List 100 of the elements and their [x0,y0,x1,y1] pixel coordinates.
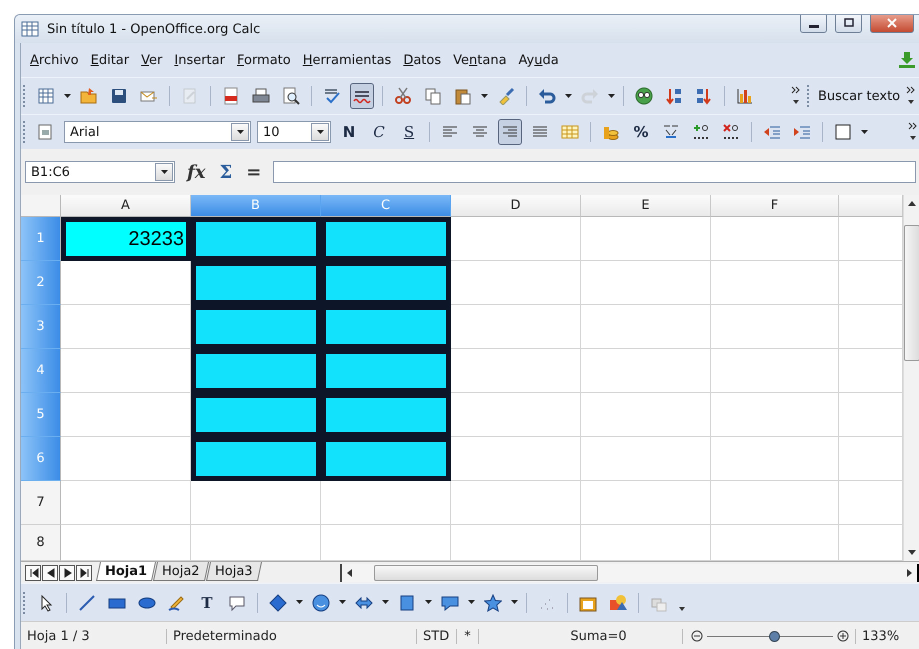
sum-label: Suma=0 [515,628,683,644]
maximize-button[interactable] [835,15,862,33]
selection-mode-label: STD [417,628,457,644]
align-right-button[interactable] [498,119,522,145]
vertical-scrollbar[interactable] [903,195,919,561]
sheet-nav-button[interactable] [76,564,92,580]
name-box[interactable]: B1:C6 [25,161,175,183]
scroll-up-icon[interactable] [908,201,916,206]
dropdown-arrow-icon[interactable] [481,94,488,98]
scrollbar-thumb[interactable] [904,225,919,361]
dropdown-arrow-icon[interactable] [160,170,168,174]
save-button-icon [110,87,128,105]
percent-format-button[interactable]: % [629,119,653,145]
download-update-icon[interactable] [898,51,916,69]
sort-descending-button-icon [695,87,713,105]
formula-input-field[interactable] [273,161,916,183]
dropdown-arrow-icon[interactable] [468,600,475,605]
dropdown-arrow-icon[interactable] [511,600,518,605]
sheet-nav-button[interactable] [42,564,58,580]
zoom-percentage[interactable]: 133% [855,628,905,644]
close-icon [887,18,897,28]
menu-item[interactable]: Ayuda [514,50,564,70]
dropdown-arrow-icon[interactable] [236,130,244,134]
clone-formatting-button-icon [497,87,515,105]
symbol-shapes-button-icon [312,594,330,612]
close-button[interactable] [870,15,914,33]
print-button-icon [252,87,270,105]
menu-item[interactable]: Archivo [25,50,84,70]
dropdown-arrow-icon[interactable] [316,130,324,134]
dropdown-arrow-icon[interactable] [382,600,389,605]
menu-item[interactable]: Insertar [169,50,230,70]
column-header[interactable]: D [451,195,581,217]
scroll-right-icon[interactable] [905,568,913,576]
function-wizard-button[interactable]: fx [185,162,208,182]
menu-item[interactable]: Formato [232,50,296,70]
zoom-out-icon[interactable] [691,630,703,642]
scroll-down-icon[interactable] [908,550,916,555]
zoom-in-icon[interactable] [837,630,849,642]
scrollbar-thumb[interactable] [374,564,598,580]
bold-button[interactable]: N [337,119,361,145]
formula-button[interactable]: = [244,162,264,182]
maximize-icon [844,18,854,28]
sheet-nav-button[interactable] [25,564,41,580]
text-button[interactable]: T [195,590,219,616]
horizontal-scrollbar[interactable] [340,564,919,582]
navigator-button-icon [635,87,653,105]
open-button-icon [80,87,98,105]
row-header[interactable]: 7 [21,481,61,525]
freeform-line-button-icon [168,594,186,612]
sheet-tab[interactable]: Hoja3 [206,562,262,580]
row-header[interactable]: 8 [21,525,61,561]
callout-button-icon [228,594,246,612]
column-header[interactable]: F [711,195,839,217]
underline-button[interactable]: S [397,119,421,145]
zoom-slider[interactable] [707,630,833,642]
basic-shapes-button-icon [269,594,287,612]
scroll-left-icon[interactable] [346,568,354,576]
zoom-slider-thumb[interactable] [768,631,780,642]
borders-button-icon [834,123,852,141]
stars-button-icon [484,594,502,612]
cell[interactable]: 23233 [61,217,191,261]
dropdown-arrow-icon[interactable] [296,600,303,605]
menu-item[interactable]: Ver [136,50,168,70]
font-name-field[interactable]: Arial [64,121,251,143]
dropdown-arrow-icon[interactable] [339,600,346,605]
sum-button[interactable]: Σ [217,162,234,182]
gallery-button-icon [609,594,627,612]
undo-button-icon [538,87,556,105]
dropdown-button[interactable] [231,123,249,141]
minimize-icon [808,24,818,28]
find-text-button[interactable]: Buscar texto [818,88,900,104]
column-header[interactable]: A [61,195,191,217]
auto-spellcheck-button[interactable] [350,83,374,109]
chart-button-icon [736,87,754,105]
modified-indicator: * [457,628,479,644]
paste-button-icon [454,87,472,105]
dropdown-arrow-icon[interactable] [64,94,71,98]
dropdown-arrow-icon[interactable] [565,94,572,98]
font-size-field[interactable]: 10 [257,121,331,143]
flowchart-button-icon [398,594,416,612]
menu-item[interactable]: Herramientas [298,50,396,70]
italic-button[interactable]: C [367,119,391,145]
sheet-tab[interactable]: Hoja2 [153,562,209,580]
menu-item[interactable]: Datos [398,50,446,70]
spellcheck-button-icon [323,87,341,105]
menu-item[interactable]: Editar [86,50,134,70]
dropdown-button[interactable] [155,163,173,181]
new-document-button-icon [37,87,55,105]
sheet-tab[interactable]: Hoja1 [96,562,156,580]
sort-ascending-button-icon [665,87,683,105]
column-header[interactable]: E [581,195,711,217]
minimize-button[interactable] [800,15,827,33]
menu-item[interactable]: Ventana [448,50,512,70]
dropdown-button[interactable] [311,123,329,141]
dropdown-arrow-icon[interactable] [861,130,868,134]
dropdown-arrow-icon[interactable] [425,600,432,605]
spreadsheet-app-icon [21,20,39,38]
dropdown-arrow-icon[interactable] [608,94,615,98]
sheet-nav-button[interactable] [59,564,75,580]
callouts-button-icon [441,594,459,612]
